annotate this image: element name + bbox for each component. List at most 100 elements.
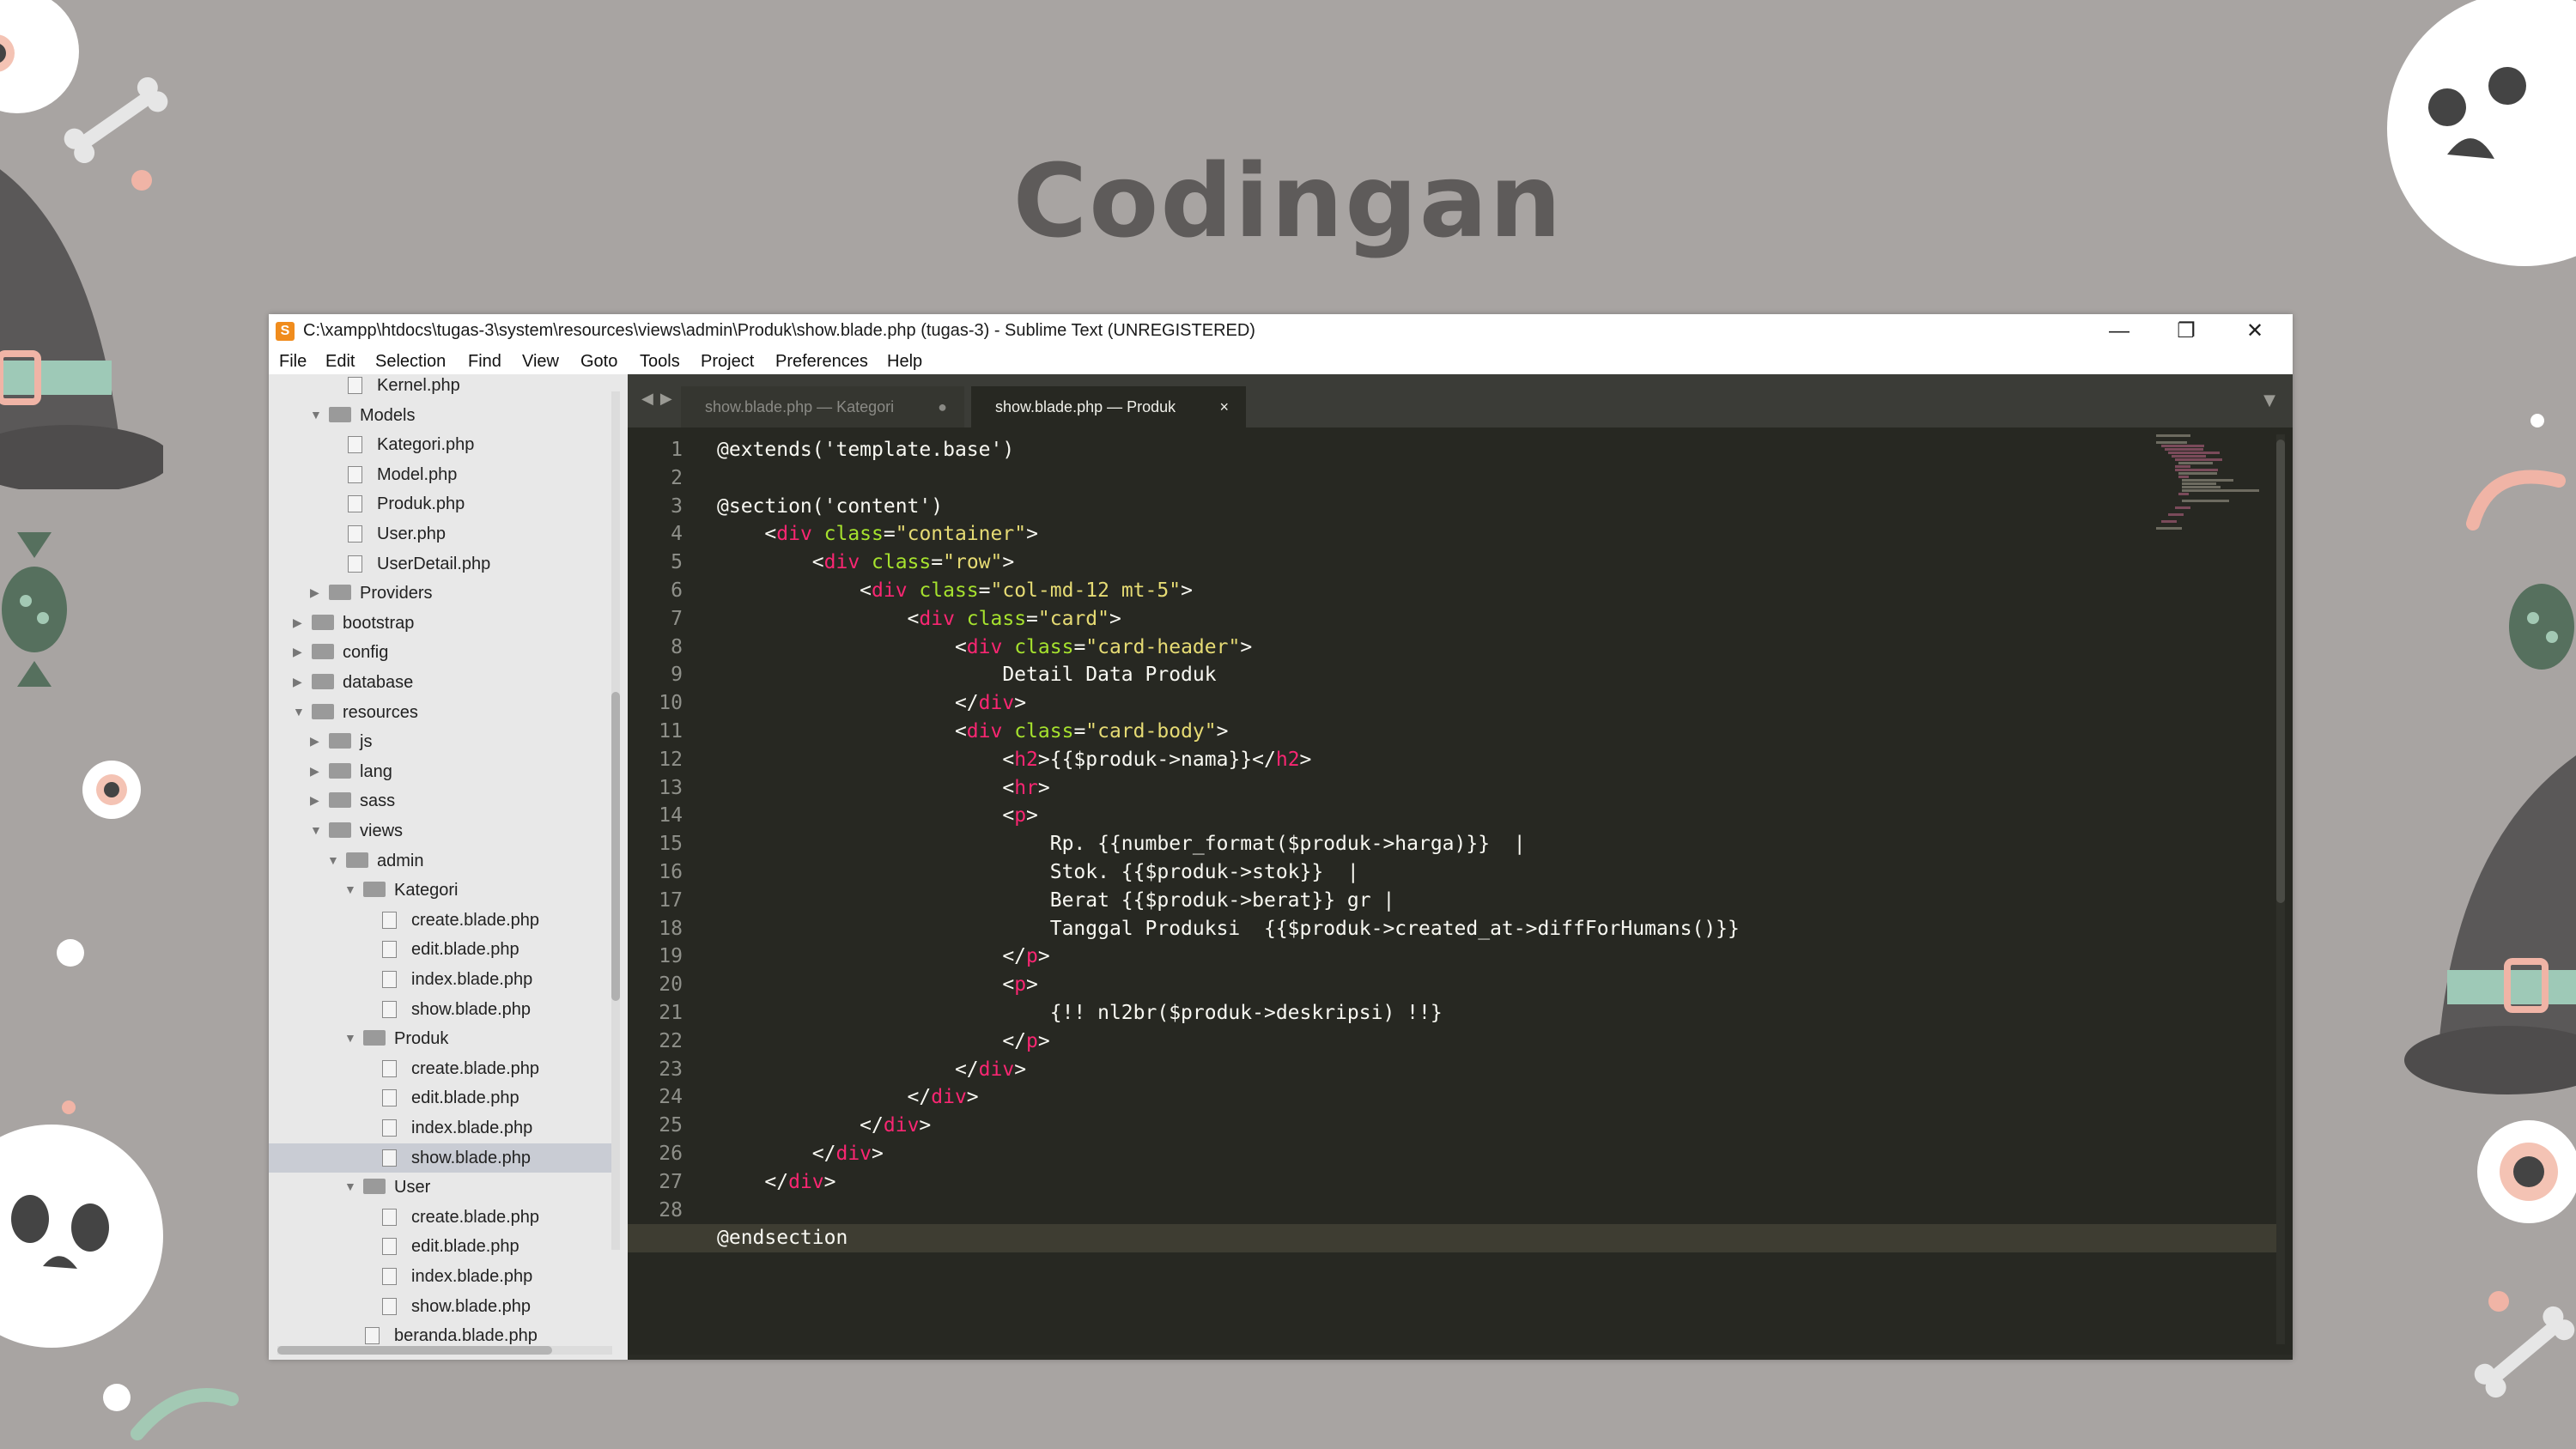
- code-line[interactable]: </div>: [717, 1112, 931, 1140]
- code-line[interactable]: <hr>: [717, 774, 1049, 803]
- tree-folder[interactable]: ▼ User: [269, 1173, 612, 1202]
- code-line[interactable]: {!! nl2br($produk->deskripsi) !!}: [717, 999, 1443, 1028]
- code-line[interactable]: <div class="card-header">: [717, 634, 1252, 662]
- code-line[interactable]: <div class="card">: [717, 605, 1121, 634]
- code-line[interactable]: <div class="col-md-12 mt-5">: [717, 577, 1193, 605]
- code-line[interactable]: <div class="row">: [717, 549, 1014, 577]
- tree-file[interactable]: create.blade.php: [269, 1054, 612, 1083]
- code-line[interactable]: @section('content'): [717, 493, 943, 521]
- tree-file[interactable]: Model.php: [269, 460, 612, 489]
- code-token: <: [717, 635, 967, 658]
- tree-file[interactable]: create.blade.php: [269, 1203, 612, 1232]
- tab-dropdown-icon[interactable]: ▼: [2263, 391, 2275, 409]
- tree-folder[interactable]: ▶ database: [269, 668, 612, 697]
- menu-view[interactable]: View: [522, 352, 559, 372]
- tree-folder[interactable]: ▼ Produk: [269, 1024, 612, 1053]
- tree-file[interactable]: edit.blade.php: [269, 935, 612, 964]
- code-line[interactable]: </div>: [717, 689, 1026, 718]
- tree-file[interactable]: index.blade.php: [269, 1113, 612, 1143]
- tree-file[interactable]: show.blade.php: [269, 1143, 612, 1173]
- menu-file[interactable]: File: [279, 352, 307, 372]
- chevron-right-icon[interactable]: ▶: [293, 615, 302, 630]
- sidebar-horizontal-scroll-thumb[interactable]: [277, 1346, 552, 1355]
- code-line[interactable]: Stok. {{$produk->stok}} |: [717, 858, 1359, 887]
- close-tab-icon[interactable]: ×: [1219, 386, 1229, 427]
- chevron-down-icon[interactable]: ▼: [344, 1179, 356, 1193]
- tree-folder[interactable]: ▶ js: [269, 727, 612, 756]
- code-line[interactable]: @endsection: [628, 1224, 2280, 1253]
- code-line[interactable]: @extends('template.base'): [717, 436, 1014, 464]
- menu-edit[interactable]: Edit: [325, 352, 355, 372]
- code-line[interactable]: Berat {{$produk->berat}} gr |: [717, 887, 1395, 915]
- code-line[interactable]: Detail Data Produk: [717, 661, 1216, 689]
- tree-file[interactable]: Kernel.php: [269, 374, 612, 400]
- modified-dot-icon[interactable]: ●: [938, 386, 947, 427]
- tree-file[interactable]: UserDetail.php: [269, 549, 612, 579]
- tab-show-kategori[interactable]: show.blade.php — Kategori ●: [681, 386, 964, 427]
- code-line[interactable]: </div>: [717, 1056, 1026, 1084]
- code-line[interactable]: </div>: [717, 1083, 979, 1112]
- code-line[interactable]: </p>: [717, 943, 1049, 971]
- menu-help[interactable]: Help: [887, 352, 922, 372]
- chevron-right-icon[interactable]: ▶: [310, 793, 319, 808]
- code-token: >: [919, 1114, 932, 1137]
- minimap[interactable]: [2156, 434, 2285, 537]
- tab-nav-arrows-icon[interactable]: ◀▶: [641, 390, 679, 408]
- chevron-right-icon[interactable]: ▶: [310, 764, 319, 779]
- menu-project[interactable]: Project: [701, 352, 754, 372]
- code-token: Tanggal Produksi {{$produk->created_at->…: [717, 917, 1740, 940]
- tree-folder[interactable]: ▼ Models: [269, 401, 612, 430]
- editor-pane[interactable]: ◀▶ show.blade.php — Kategori ● show.blad…: [628, 374, 2293, 1360]
- chevron-down-icon[interactable]: ▼: [310, 408, 322, 421]
- code-line[interactable]: </div>: [717, 1140, 884, 1168]
- tree-folder[interactable]: ▼ admin: [269, 846, 612, 876]
- tab-show-produk[interactable]: show.blade.php — Produk ×: [971, 386, 1246, 427]
- minimize-icon[interactable]: —: [2089, 314, 2149, 349]
- tree-folder[interactable]: ▶ Providers: [269, 579, 612, 608]
- chevron-down-icon[interactable]: ▼: [310, 823, 322, 837]
- code-line[interactable]: </div>: [717, 1168, 835, 1197]
- code-line[interactable]: <p>: [717, 971, 1038, 999]
- tree-folder[interactable]: ▶ lang: [269, 757, 612, 786]
- menu-tools[interactable]: Tools: [640, 352, 680, 372]
- tree-folder[interactable]: ▶ config: [269, 638, 612, 667]
- code-line[interactable]: <p>: [717, 802, 1038, 830]
- chevron-right-icon[interactable]: ▶: [310, 734, 319, 749]
- tree-file[interactable]: Produk.php: [269, 489, 612, 518]
- tree-file[interactable]: Kategori.php: [269, 430, 612, 459]
- chevron-right-icon[interactable]: ▶: [310, 585, 319, 600]
- close-icon[interactable]: ✕: [2225, 314, 2285, 349]
- tree-file[interactable]: User.php: [269, 519, 612, 549]
- tree-file[interactable]: create.blade.php: [269, 906, 612, 935]
- chevron-down-icon[interactable]: ▼: [327, 853, 339, 867]
- code-line[interactable]: </p>: [717, 1028, 1049, 1056]
- tree-folder[interactable]: ▼ resources: [269, 698, 612, 727]
- code-line[interactable]: <div class="card-body">: [717, 718, 1229, 746]
- tree-folder[interactable]: ▶ bootstrap: [269, 609, 612, 638]
- restore-icon[interactable]: ❐: [2156, 314, 2216, 349]
- code-line[interactable]: <div class="container">: [717, 520, 1038, 549]
- tree-file[interactable]: show.blade.php: [269, 995, 612, 1024]
- code-line[interactable]: <h2>{{$produk->nama}}</h2>: [717, 746, 1311, 774]
- chevron-down-icon[interactable]: ▼: [344, 1031, 356, 1045]
- chevron-right-icon[interactable]: ▶: [293, 645, 302, 659]
- sidebar-vertical-scroll-thumb[interactable]: [611, 692, 620, 1001]
- menu-goto[interactable]: Goto: [580, 352, 617, 372]
- menu-find[interactable]: Find: [468, 352, 501, 372]
- tree-file[interactable]: index.blade.php: [269, 965, 612, 994]
- tree-file[interactable]: show.blade.php: [269, 1292, 612, 1321]
- code-line[interactable]: Rp. {{number_format($produk->harga)}} |: [717, 830, 1526, 858]
- menu-preferences[interactable]: Preferences: [775, 352, 868, 372]
- tree-folder[interactable]: ▼ Kategori: [269, 876, 612, 905]
- menu-selection[interactable]: Selection: [375, 352, 446, 372]
- chevron-down-icon[interactable]: ▼: [344, 882, 356, 896]
- tree-file[interactable]: edit.blade.php: [269, 1232, 612, 1261]
- chevron-down-icon[interactable]: ▼: [293, 705, 305, 718]
- code-line[interactable]: Tanggal Produksi {{$produk->created_at->…: [717, 915, 1740, 943]
- chevron-right-icon[interactable]: ▶: [293, 675, 302, 689]
- tree-folder[interactable]: ▼ views: [269, 816, 612, 846]
- tree-file[interactable]: edit.blade.php: [269, 1083, 612, 1113]
- editor-vertical-scroll-thumb[interactable]: [2276, 440, 2285, 903]
- tree-file[interactable]: index.blade.php: [269, 1262, 612, 1291]
- tree-folder[interactable]: ▶ sass: [269, 786, 612, 815]
